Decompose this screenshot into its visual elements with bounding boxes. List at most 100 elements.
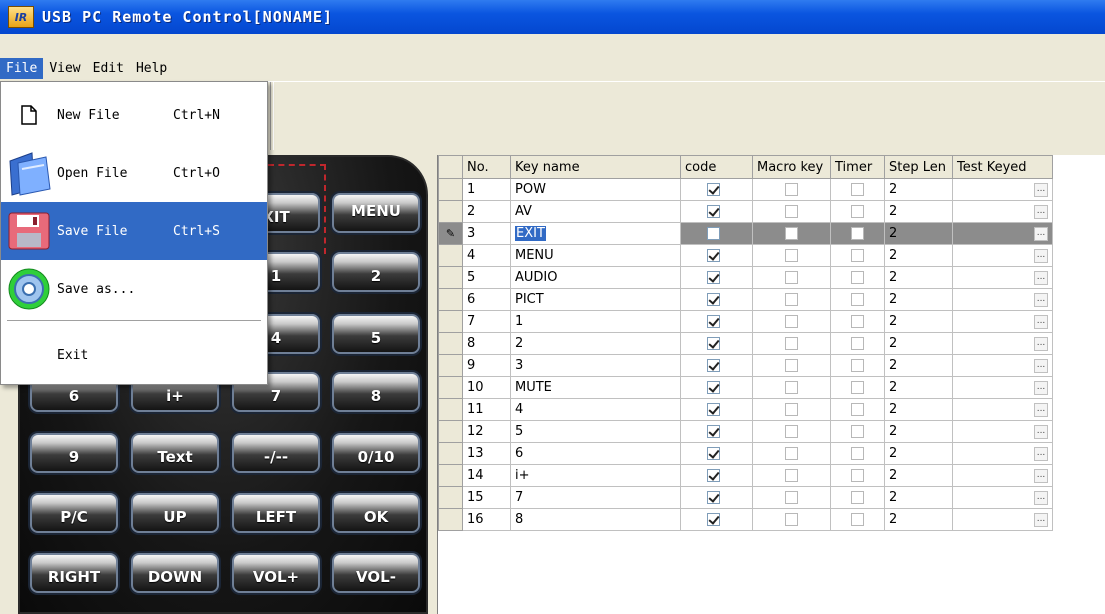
col-macro-key[interactable]: Macro key [752,155,831,179]
cell-timer[interactable] [830,310,885,333]
macro-key-checkbox[interactable] [785,491,798,504]
cell-step-len[interactable]: 2 [884,354,953,377]
remote-button[interactable]: -/-- [232,433,320,473]
code-checkbox[interactable] [707,469,720,482]
remote-button[interactable]: 2 [332,252,420,292]
cell-macro-key[interactable] [752,222,831,245]
macro-key-checkbox[interactable] [785,205,798,218]
cell-step-len[interactable]: 2 [884,442,953,465]
cell-test-keyed[interactable]: ... [952,398,1053,421]
cell-timer[interactable] [830,486,885,509]
cell-key-name[interactable]: AUDIO [510,266,681,289]
cell-step-len[interactable]: 2 [884,200,953,223]
timer-checkbox[interactable] [851,227,864,240]
cell-timer[interactable] [830,200,885,223]
cell-macro-key[interactable] [752,486,831,509]
cell-test-keyed[interactable]: ... [952,222,1053,245]
menu-save-file[interactable]: Save File Ctrl+S [1,202,267,260]
cell-test-keyed[interactable]: ... [952,464,1053,487]
test-key-button[interactable]: ... [1034,358,1048,373]
macro-key-checkbox[interactable] [785,469,798,482]
cell-test-keyed[interactable]: ... [952,442,1053,465]
code-checkbox[interactable] [707,205,720,218]
cell-code[interactable] [680,398,753,421]
cell-step-len[interactable]: 2 [884,398,953,421]
table-row[interactable]: 14 i+ 2... [438,464,1053,487]
menu-open-file[interactable]: Open File Ctrl+O [1,144,267,202]
remote-button[interactable]: VOL+ [232,553,320,593]
macro-key-checkbox[interactable] [785,403,798,416]
code-checkbox[interactable] [707,491,720,504]
cell-code[interactable] [680,288,753,311]
cell-timer[interactable] [830,420,885,443]
cell-macro-key[interactable] [752,376,831,399]
table-row[interactable]: 9 3 2... [438,354,1053,377]
cell-timer[interactable] [830,266,885,289]
cell-macro-key[interactable] [752,442,831,465]
cell-macro-key[interactable] [752,332,831,355]
cell-code[interactable] [680,376,753,399]
cell-macro-key[interactable] [752,310,831,333]
cell-macro-key[interactable] [752,288,831,311]
table-row[interactable]: 6 PICT 2... [438,288,1053,311]
menu-view[interactable]: View [43,58,86,79]
test-key-button[interactable]: ... [1034,292,1048,307]
col-test-keyed[interactable]: Test Keyed [952,155,1053,179]
macro-key-checkbox[interactable] [785,293,798,306]
col-timer[interactable]: Timer [830,155,885,179]
timer-checkbox[interactable] [851,403,864,416]
cell-timer[interactable] [830,442,885,465]
cell-test-keyed[interactable]: ... [952,244,1053,267]
cell-code[interactable] [680,332,753,355]
test-key-button[interactable]: ... [1034,490,1048,505]
timer-checkbox[interactable] [851,293,864,306]
test-key-button[interactable]: ... [1034,424,1048,439]
menu-file[interactable]: File [0,57,44,79]
cell-key-name[interactable]: POW [510,178,681,201]
timer-checkbox[interactable] [851,271,864,284]
cell-test-keyed[interactable]: ... [952,200,1053,223]
test-key-button[interactable]: ... [1034,402,1048,417]
col-step-len[interactable]: Step Len [884,155,953,179]
test-key-button[interactable]: ... [1034,314,1048,329]
cell-code[interactable] [680,486,753,509]
menu-new-file[interactable]: New File Ctrl+N [1,86,267,144]
remote-button[interactable]: LEFT [232,493,320,533]
code-checkbox[interactable] [707,227,720,240]
cell-macro-key[interactable] [752,354,831,377]
cell-key-name[interactable]: 2 [510,332,681,355]
cell-code[interactable] [680,420,753,443]
macro-key-checkbox[interactable] [785,425,798,438]
timer-checkbox[interactable] [851,381,864,394]
col-code[interactable]: code [680,155,753,179]
table-row[interactable]: ✎ 3 EXIT 2... [438,222,1053,245]
cell-timer[interactable] [830,288,885,311]
cell-test-keyed[interactable]: ... [952,178,1053,201]
macro-key-checkbox[interactable] [785,183,798,196]
cell-code[interactable] [680,178,753,201]
cell-test-keyed[interactable]: ... [952,310,1053,333]
cell-step-len[interactable]: 2 [884,332,953,355]
test-key-button[interactable]: ... [1034,336,1048,351]
cell-code[interactable] [680,266,753,289]
timer-checkbox[interactable] [851,205,864,218]
code-checkbox[interactable] [707,359,720,372]
table-row[interactable]: 11 4 2... [438,398,1053,421]
test-key-button[interactable]: ... [1034,446,1048,461]
cell-code[interactable] [680,464,753,487]
code-checkbox[interactable] [707,271,720,284]
timer-checkbox[interactable] [851,513,864,526]
cell-key-name[interactable]: EXIT [510,222,681,245]
code-checkbox[interactable] [707,381,720,394]
cell-step-len[interactable]: 2 [884,508,953,531]
cell-timer[interactable] [830,398,885,421]
cell-key-name[interactable]: 6 [510,442,681,465]
cell-key-name[interactable]: i+ [510,464,681,487]
macro-key-checkbox[interactable] [785,249,798,262]
cell-macro-key[interactable] [752,420,831,443]
cell-key-name[interactable]: 5 [510,420,681,443]
test-key-button[interactable]: ... [1034,512,1048,527]
cell-timer[interactable] [830,222,885,245]
cell-timer[interactable] [830,354,885,377]
table-row[interactable]: 16 8 2... [438,508,1053,531]
